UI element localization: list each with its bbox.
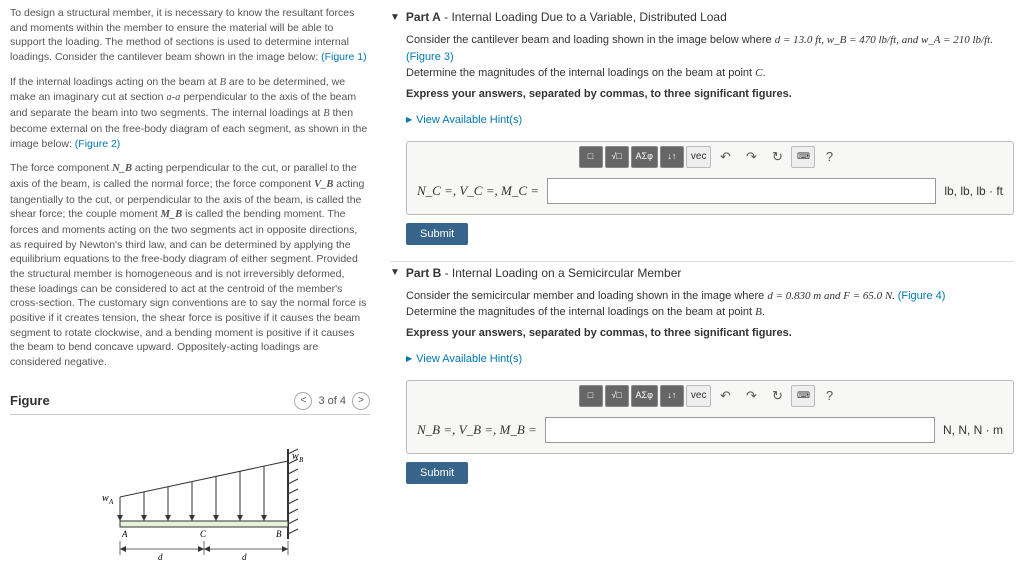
intro-paragraph-1: To design a structural member, it is nec… xyxy=(10,6,370,65)
part-b-collapse-icon[interactable]: ▼ xyxy=(390,267,400,278)
figure-4-link[interactable]: (Figure 4) xyxy=(898,290,946,302)
vec-button[interactable]: vec xyxy=(686,385,712,407)
part-a-submit-button[interactable]: Submit xyxy=(406,223,468,245)
figure-prev-button[interactable]: < xyxy=(294,392,312,410)
svg-text:A: A xyxy=(121,529,128,539)
sqrt-button[interactable]: √□ xyxy=(605,146,629,168)
part-a-title: Part A - Internal Loading Due to a Varia… xyxy=(406,10,727,24)
part-b-answer-label: N_B =, V_B =, M_B = xyxy=(417,420,537,440)
intro-paragraph-2: If the internal loadings acting on the b… xyxy=(10,75,370,151)
figure-2-link[interactable]: (Figure 2) xyxy=(75,138,121,150)
part-b-hint-toggle[interactable]: View Available Hint(s) xyxy=(406,351,522,368)
undo-button[interactable]: ↶ xyxy=(713,385,737,407)
part-a-units: lb, lb, lb · ft xyxy=(944,182,1003,200)
help-button[interactable]: ? xyxy=(817,385,841,407)
part-b-description: Consider the semicircular member and loa… xyxy=(406,288,1014,305)
help-button[interactable]: ? xyxy=(817,146,841,168)
part-a-answer-label: N_C =, V_C =, M_C = xyxy=(417,181,539,201)
figure-3-link[interactable]: (Figure 3) xyxy=(406,51,454,63)
keyboard-button[interactable]: ⌨ xyxy=(791,146,815,168)
figure-counter: 3 of 4 xyxy=(318,395,346,407)
reset-button[interactable]: ↻ xyxy=(765,146,789,168)
undo-button[interactable]: ↶ xyxy=(713,146,737,168)
svg-text:C: C xyxy=(200,529,207,539)
intro-paragraph-3: The force component N_B acting perpendic… xyxy=(10,161,370,370)
greek-button[interactable]: ΑΣφ xyxy=(631,146,658,168)
reset-button[interactable]: ↻ xyxy=(765,385,789,407)
part-a-hint-toggle[interactable]: View Available Hint(s) xyxy=(406,112,522,129)
part-b-title: Part B - Internal Loading on a Semicircu… xyxy=(406,266,681,280)
figure-title: Figure xyxy=(10,393,50,408)
svg-text:B: B xyxy=(299,456,304,464)
part-a-instructions: Express your answers, separated by comma… xyxy=(406,86,1014,103)
greek-button[interactable]: ΑΣφ xyxy=(631,385,658,407)
part-b-answer-input[interactable] xyxy=(545,417,935,443)
svg-text:d: d xyxy=(242,552,247,562)
templates-button[interactable]: □ xyxy=(579,146,603,168)
part-a-collapse-icon[interactable]: ▼ xyxy=(390,12,400,23)
part-b-submit-button[interactable]: Submit xyxy=(406,462,468,484)
part-b-answer-box: □ √□ ΑΣφ ↓↑ vec ↶ ↷ ↻ ⌨ ? N_B =, V_B =, … xyxy=(406,380,1014,454)
part-b-toolbar: □ √□ ΑΣφ ↓↑ vec ↶ ↷ ↻ ⌨ ? xyxy=(407,381,1013,411)
svg-text:A: A xyxy=(108,498,114,506)
part-b-units: N, N, N · m xyxy=(943,421,1003,439)
svg-text:B: B xyxy=(276,529,282,539)
figure-1-link[interactable]: (Figure 1) xyxy=(321,51,367,63)
part-a-toolbar: □ √□ ΑΣφ ↓↑ vec ↶ ↷ ↻ ⌨ ? xyxy=(407,142,1013,172)
redo-button[interactable]: ↷ xyxy=(739,146,763,168)
figure-header: Figure < 3 of 4 > xyxy=(10,388,370,415)
svg-text:w: w xyxy=(292,451,299,462)
part-a-description: Consider the cantilever beam and loading… xyxy=(406,32,1014,65)
templates-button[interactable]: □ xyxy=(579,385,603,407)
keyboard-button[interactable]: ⌨ xyxy=(791,385,815,407)
part-a-answer-input[interactable] xyxy=(547,178,936,204)
vec-button[interactable]: vec xyxy=(686,146,712,168)
part-b-prompt: Determine the magnitudes of the internal… xyxy=(406,304,1014,321)
part-b-instructions: Express your answers, separated by comma… xyxy=(406,325,1014,342)
arrows-button[interactable]: ↓↑ xyxy=(660,146,684,168)
part-a-answer-box: □ √□ ΑΣφ ↓↑ vec ↶ ↷ ↻ ⌨ ? N_C =, V_C =, … xyxy=(406,141,1014,215)
svg-text:d: d xyxy=(158,552,163,562)
part-a-prompt: Determine the magnitudes of the internal… xyxy=(406,65,1014,82)
svg-text:w: w xyxy=(102,493,109,504)
part-b: ▼ Part B - Internal Loading on a Semicir… xyxy=(390,262,1014,484)
sqrt-button[interactable]: √□ xyxy=(605,385,629,407)
arrows-button[interactable]: ↓↑ xyxy=(660,385,684,407)
figure-diagram: wA wB A C B d d xyxy=(10,429,370,569)
figure-next-button[interactable]: > xyxy=(352,392,370,410)
part-a: ▼ Part A - Internal Loading Due to a Var… xyxy=(390,6,1014,245)
redo-button[interactable]: ↷ xyxy=(739,385,763,407)
